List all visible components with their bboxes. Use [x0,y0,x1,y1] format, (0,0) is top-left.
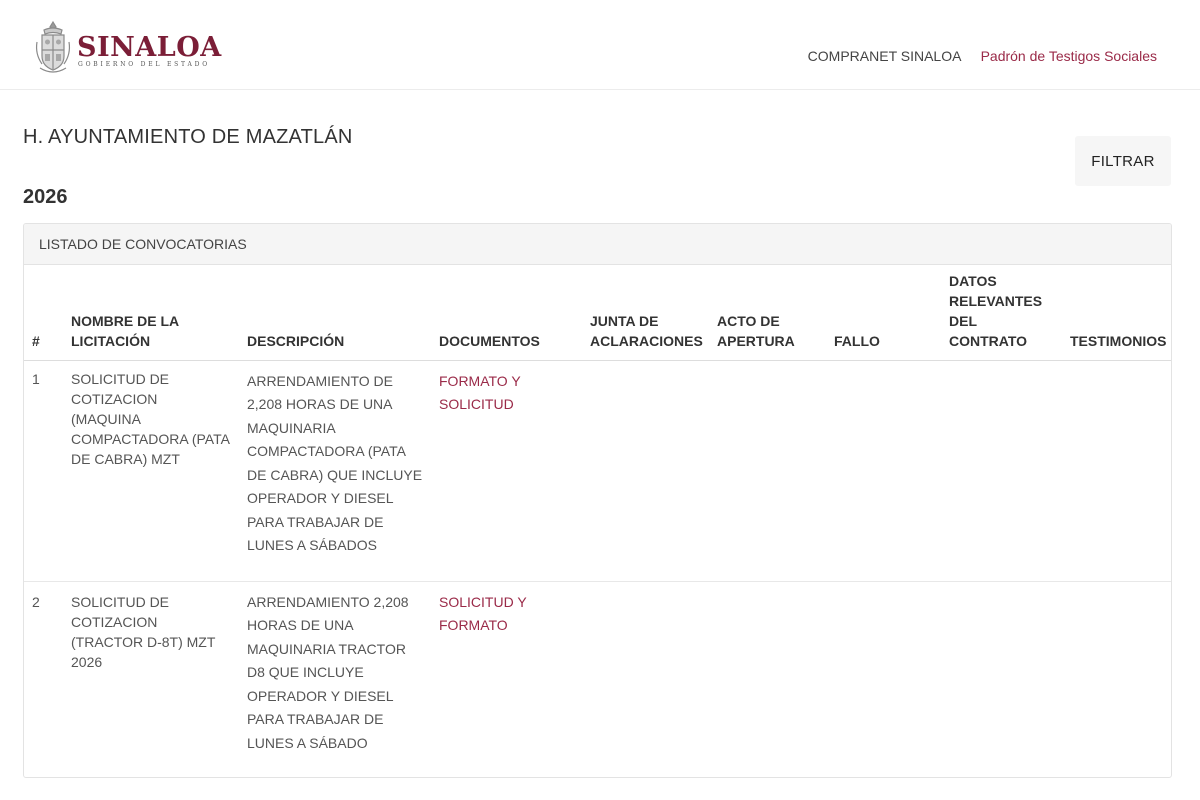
table-header-row: # NOMBRE DE LA LICITACIÓN DESCRIPCIÓN DO… [24,265,1171,361]
column-header-documentos: DOCUMENTOS [431,265,582,361]
row-number: 2 [32,593,40,610]
column-header-testimonios: TESTIMONIOS [1062,265,1171,361]
year-heading: 2026 [23,186,68,208]
sinaloa-logo[interactable]: SINALOA GOBIERNO DEL ESTADO [34,20,221,78]
column-header-nombre: NOMBRE DE LA LICITACIÓN [63,265,239,361]
row-datos [941,360,1062,582]
row-testimonios [1062,360,1171,582]
row-descripcion: ARRENDAMIENTO DE 2,208 HORAS DE UNA MAQU… [239,360,431,582]
table-row: 1 SOLICITUD DE COTIZACION (MAQUINA COMPA… [24,360,1171,582]
column-header-fallo: FALLO [826,265,941,361]
row-documentos: SOLICITUD Y FORMATO [431,581,582,763]
row-documentos: FORMATO Y SOLICITUD [431,360,582,582]
column-header-acto: ACTO DE APERTURA [709,265,826,361]
row-datos [941,581,1062,763]
coat-of-arms-icon [35,20,71,73]
column-header-junta: JUNTA DE ACLARACIONES [582,265,709,361]
row-junta [582,581,709,763]
row-nombre: SOLICITUD DE COTIZACION (TRACTOR D-8T) M… [71,593,216,670]
document-link[interactable]: FORMATO Y SOLICITUD [439,373,520,413]
row-fallo [826,581,941,763]
panel-heading: LISTADO DE CONVOCATORIAS [24,224,1171,265]
row-junta [582,360,709,582]
brand-name: SINALOA [77,32,222,63]
convocatorias-panel: LISTADO DE CONVOCATORIAS # NOMBRE DE LA … [23,223,1172,778]
row-descripcion: ARRENDAMIENTO 2,208 HORAS DE UNA MAQUINA… [247,593,409,751]
top-nav: COMPRANET SINALOA Padrón de Testigos Soc… [792,48,1157,64]
column-header-descripcion: DESCRIPCIÓN [239,265,431,361]
filter-button[interactable]: FILTRAR [1075,136,1171,186]
document-link[interactable]: SOLICITUD Y FORMATO [439,594,526,634]
table-row: 2 SOLICITUD DE COTIZACION (TRACTOR D-8T)… [24,581,1171,763]
row-testimonios [1062,581,1171,763]
nav-link-compranet[interactable]: COMPRANET SINALOA [808,48,961,64]
row-acto [709,360,826,582]
page-title: H. AYUNTAMIENTO DE MAZATLÁN [23,126,353,148]
row-acto [709,581,826,763]
brand-subtitle: GOBIERNO DEL ESTADO [78,61,210,68]
column-header-num: # [24,265,63,361]
row-number: 1 [24,360,63,582]
site-header: SINALOA GOBIERNO DEL ESTADO COMPRANET SI… [0,0,1200,90]
row-fallo [826,360,941,582]
column-header-datos: DATOS RELEVANTES DEL CONTRATO [941,265,1062,361]
row-nombre: SOLICITUD DE COTIZACION (MAQUINA COMPACT… [63,360,239,582]
convocatorias-table: # NOMBRE DE LA LICITACIÓN DESCRIPCIÓN DO… [24,265,1171,763]
nav-link-padron-testigos[interactable]: Padrón de Testigos Sociales [981,48,1157,64]
